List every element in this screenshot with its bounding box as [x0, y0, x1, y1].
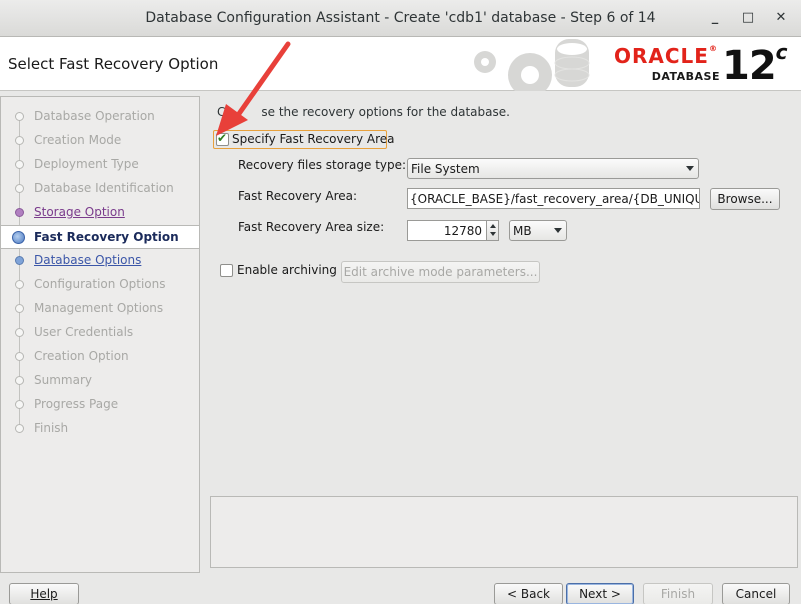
step-navigation: Database Operation Creation Mode Deploymen… — [0, 96, 200, 573]
step-indicator-icon — [15, 184, 24, 193]
message-pane — [210, 496, 798, 568]
spin-up-icon[interactable] — [490, 224, 496, 228]
fra-path-label: Fast Recovery Area: — [238, 189, 358, 203]
step-indicator-icon — [15, 424, 24, 433]
nav-step-management-options: Management Options — [1, 297, 199, 321]
nav-step-configuration-options: Configuration Options — [1, 273, 199, 297]
nav-step-label: Creation Option — [34, 349, 129, 363]
step-indicator-icon — [15, 208, 24, 217]
nav-step-label: Fast Recovery Option — [34, 230, 179, 244]
help-button[interactable]: Help — [9, 583, 79, 604]
nav-step-database-identification: Database Identification — [1, 177, 199, 201]
nav-step-label: Management Options — [34, 301, 164, 315]
nav-step-label: Deployment Type — [34, 157, 139, 171]
finish-button[interactable]: Finish — [643, 583, 713, 604]
step-indicator-icon — [15, 328, 24, 337]
step-indicator-icon — [15, 376, 24, 385]
nav-step-label: Configuration Options — [34, 277, 166, 291]
step-indicator-icon — [15, 280, 24, 289]
nav-step-user-credentials: User Credentials — [1, 321, 199, 345]
fra-size-unit-select[interactable]: MB — [509, 220, 567, 241]
close-button[interactable]: ✕ — [774, 11, 788, 25]
fra-size-spinner[interactable] — [486, 221, 498, 240]
step-indicator-icon — [15, 160, 24, 169]
nav-step-label: Database Options — [34, 253, 142, 267]
maximize-button[interactable]: □ — [741, 11, 755, 25]
nav-step-creation-option: Creation Option — [1, 345, 199, 369]
nav-step-fast-recovery-option: Fast Recovery Option — [1, 225, 199, 249]
page-title: Select Fast Recovery Option — [8, 55, 219, 73]
browse-button[interactable]: Browse... — [710, 188, 780, 210]
enable-archiving-label: Enable archiving — [237, 263, 337, 277]
gears-graphic-icon — [474, 39, 590, 91]
specify-fra-checkbox[interactable]: ✔ — [216, 131, 229, 146]
oracle-logo: ORACLE® DATABASE — [614, 44, 720, 83]
nav-step-deployment-type: Deployment Type — [1, 153, 199, 177]
window-titlebar: Database Configuration Assistant - Creat… — [0, 0, 801, 37]
spin-down-icon[interactable] — [490, 232, 496, 236]
window-title: Database Configuration Assistant - Creat… — [145, 10, 656, 26]
version-logo: 12c — [722, 39, 788, 89]
nav-step-label: Database Operation — [34, 109, 155, 123]
nav-step-label: User Credentials — [34, 325, 134, 339]
dropdown-arrow-icon — [554, 228, 562, 233]
fra-path-input[interactable]: {ORACLE_BASE}/fast_recovery_area/{DB_UNI… — [407, 188, 700, 209]
checkmark-icon: ✔ — [217, 131, 228, 145]
nav-step-label: Progress Page — [34, 397, 119, 411]
nav-step-database-options[interactable]: Database Options — [1, 249, 199, 273]
nav-step-label: Database Identification — [34, 181, 174, 195]
nav-step-database-operation: Database Operation — [1, 105, 199, 129]
nav-step-creation-mode: Creation Mode — [1, 129, 199, 153]
storage-type-select[interactable]: File System — [407, 158, 699, 179]
nav-step-label: Creation Mode — [34, 133, 122, 147]
step-indicator-icon — [15, 304, 24, 313]
back-button[interactable]: < Back — [494, 583, 563, 604]
nav-step-label: Storage Option — [34, 205, 125, 219]
cancel-button[interactable]: Cancel — [722, 583, 790, 604]
step-indicator-icon — [15, 256, 24, 265]
step-indicator-icon — [15, 400, 24, 409]
nav-step-finish: Finish — [1, 417, 199, 441]
nav-step-progress-page: Progress Page — [1, 393, 199, 417]
nav-step-summary: Summary — [1, 369, 199, 393]
storage-type-label: Recovery files storage type: — [238, 158, 407, 172]
nav-step-storage-option[interactable]: Storage Option — [1, 201, 199, 225]
content-panel: Cse the recovery options for the databas… — [200, 96, 801, 573]
minimize-button[interactable]: _ — [708, 11, 722, 25]
page-header: Select Fast Recovery Option ORACLE® DATA… — [0, 37, 801, 91]
step-indicator-icon — [15, 136, 24, 145]
intro-text: Cse the recovery options for the databas… — [217, 105, 510, 119]
edit-archive-mode-button[interactable]: Edit archive mode parameters... — [341, 261, 540, 283]
nav-step-label: Summary — [34, 373, 92, 387]
enable-archiving-checkbox[interactable] — [220, 264, 233, 277]
specify-fra-label: Specify Fast Recovery Area — [232, 132, 395, 146]
fra-size-label: Fast Recovery Area size: — [238, 220, 385, 234]
step-indicator-icon — [15, 112, 24, 121]
dropdown-arrow-icon — [686, 166, 694, 171]
nav-step-label: Finish — [34, 421, 69, 435]
next-button[interactable]: Next > — [566, 583, 634, 604]
step-indicator-icon — [15, 352, 24, 361]
step-indicator-icon — [12, 231, 25, 244]
